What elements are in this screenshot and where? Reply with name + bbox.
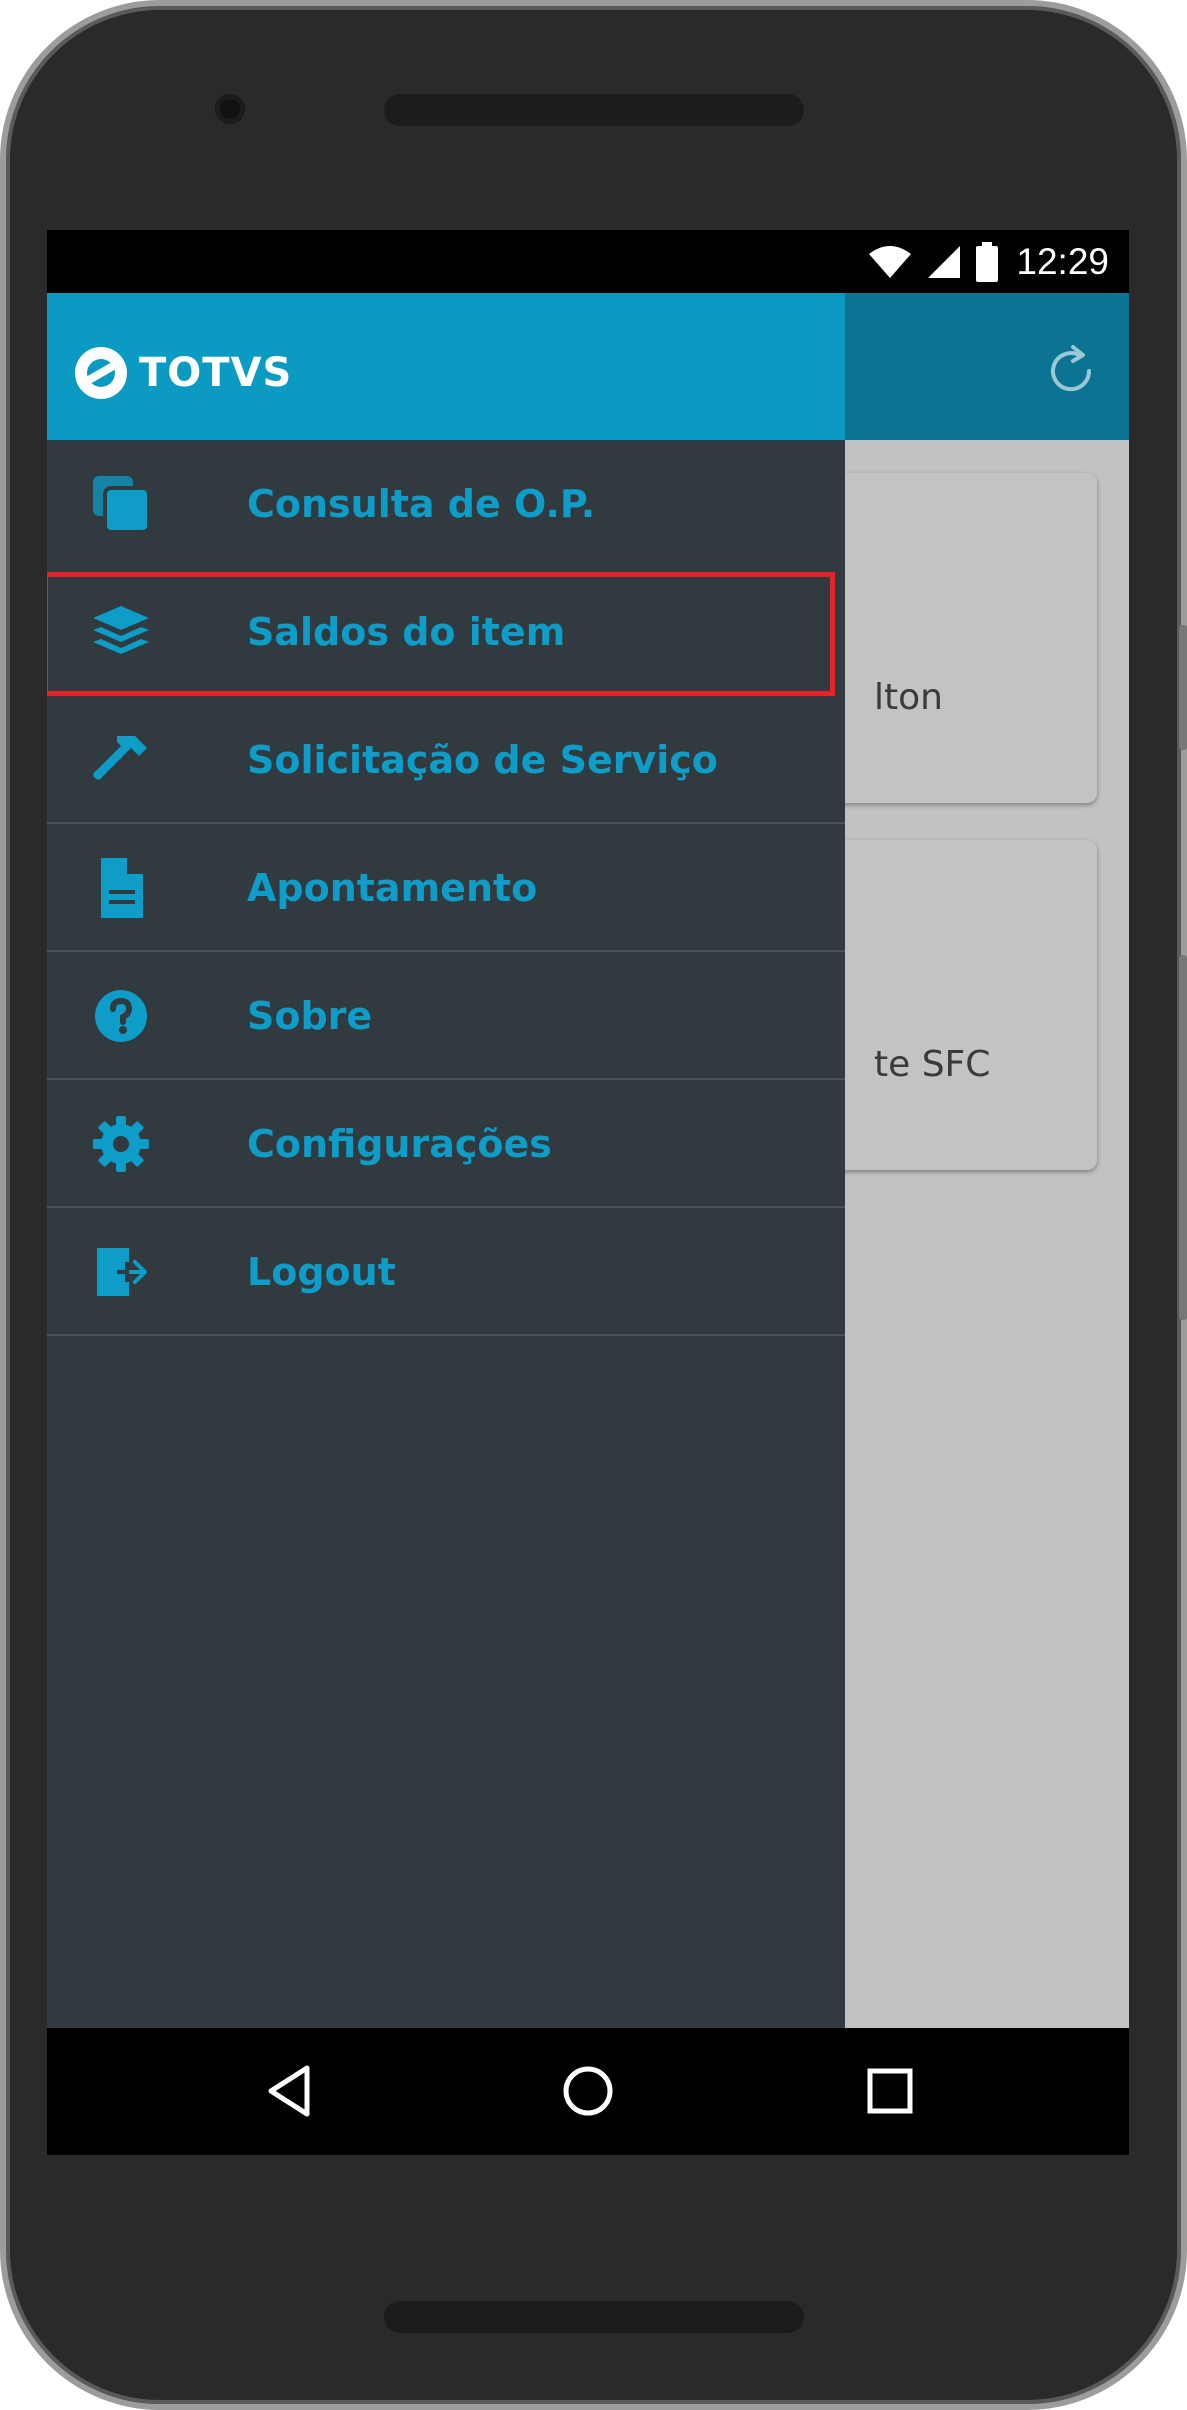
menu-item-saldos-do-item[interactable]: Saldos do item: [47, 568, 845, 696]
navigation-drawer: TOTVS Consulta de O.P. Saldos do item So…: [47, 293, 845, 2028]
menu-item-consulta-op[interactable]: Consulta de O.P.: [47, 440, 845, 568]
totvs-logo-icon: [75, 347, 127, 399]
menu-item-label: Logout: [247, 1250, 396, 1294]
signal-icon: [928, 246, 961, 278]
menu-item-label: Apontamento: [247, 866, 538, 910]
menu-item-solicitacao-de-servico[interactable]: Solicitação de Serviço: [47, 696, 845, 824]
menu-item-apontamento[interactable]: Apontamento: [47, 824, 845, 952]
totvs-logo: TOTVS: [73, 345, 292, 401]
front-camera: [215, 94, 245, 124]
battery-icon: [976, 242, 999, 282]
status-clock: 12:29: [1016, 241, 1109, 282]
logo-text: TOTVS: [139, 350, 293, 396]
volume-button: [1179, 955, 1187, 1320]
screen: 12:29 lton te SFC TOTVS Consulta de O.P.…: [47, 230, 1129, 2155]
layers-icon: [93, 606, 149, 654]
system-nav-bar: [47, 2028, 1129, 2155]
help-circle-icon: [95, 990, 147, 1042]
document-icon: [101, 858, 143, 918]
status-bar: 12:29: [47, 230, 1129, 293]
gear-icon: [93, 1116, 149, 1172]
menu-item-logout[interactable]: Logout: [47, 1208, 845, 1336]
menu-item-label: Saldos do item: [247, 610, 566, 654]
logout-icon: [97, 1248, 147, 1296]
menu-item-label: Solicitação de Serviço: [247, 738, 718, 782]
drawer-menu: Consulta de O.P. Saldos do item Solicita…: [47, 440, 845, 1336]
drawer-header: TOTVS: [47, 293, 845, 440]
back-icon[interactable]: [257, 2058, 323, 2124]
wifi-icon: [869, 246, 912, 278]
recent-apps-icon[interactable]: [857, 2058, 923, 2124]
menu-item-label: Sobre: [247, 994, 373, 1038]
power-button: [1179, 625, 1187, 750]
menu-item-label: Consulta de O.P.: [247, 482, 596, 526]
menu-item-sobre[interactable]: Sobre: [47, 952, 845, 1080]
earpiece-speaker: [384, 94, 804, 126]
menu-item-configuracoes[interactable]: Configurações: [47, 1080, 845, 1208]
refresh-icon[interactable]: [1043, 343, 1099, 399]
bottom-speaker: [384, 2301, 804, 2333]
home-icon[interactable]: [555, 2058, 621, 2124]
copy-icon: [93, 476, 151, 534]
hammer-icon: [93, 736, 147, 780]
menu-item-label: Configurações: [247, 1122, 552, 1166]
